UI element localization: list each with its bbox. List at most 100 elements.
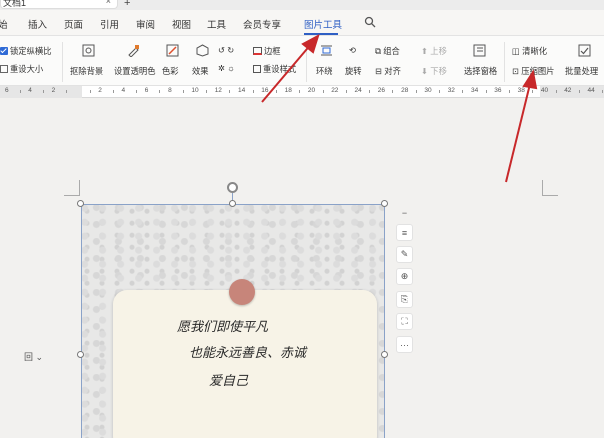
resize-handle-tl[interactable]	[77, 200, 84, 207]
align-label: 对齐	[384, 66, 401, 76]
effects-icon	[196, 44, 209, 57]
color-icon	[166, 44, 179, 57]
border-button[interactable]: 边框	[253, 45, 281, 57]
send-backward-label: 下移	[430, 66, 447, 76]
sharpen-button[interactable]: ◫ 清晰化	[512, 45, 547, 57]
selection-pane-button[interactable]: 选择窗格	[464, 65, 497, 77]
effects-button[interactable]: 效果	[192, 65, 209, 77]
wrap-button[interactable]: 环绕	[316, 65, 333, 77]
ruler-margin-left	[0, 86, 82, 98]
ruler-label: 40	[540, 87, 549, 94]
title-bar: 文档1 × +	[0, 0, 604, 10]
remove-background-button[interactable]: 抠除背景	[70, 65, 103, 77]
menu-view[interactable]: 视图	[172, 17, 191, 31]
ruler-label: 10	[191, 87, 199, 94]
send-backward-button[interactable]: ⬇ 下移	[421, 65, 447, 77]
page-corner-mark	[542, 180, 558, 196]
ruler-tick	[508, 90, 510, 93]
resize-handle-top[interactable]	[229, 200, 236, 207]
reset-size-label: 重设大小	[10, 64, 44, 74]
menu-reference[interactable]: 引用	[100, 17, 119, 31]
layout-options-icon[interactable]: ≡	[396, 224, 413, 241]
text-wrap-indicator[interactable]: 回 ⌄	[24, 350, 43, 363]
ruler-label: 2	[98, 87, 102, 94]
reset-style-icon	[253, 65, 261, 73]
ruler-tick	[252, 90, 254, 93]
new-tab-button[interactable]: +	[124, 0, 130, 9]
page-corner-mark	[64, 180, 80, 196]
bring-forward-button[interactable]: ⬆ 上移	[421, 45, 447, 57]
group-button[interactable]: ⧉ 组合	[375, 45, 400, 57]
ruler-label: 32	[447, 87, 455, 94]
menu-review[interactable]: 审阅	[136, 17, 155, 31]
fullscreen-icon[interactable]: ⛶	[396, 313, 413, 330]
ribbon-toolbar: 锁定纵横比 重设大小 抠除背景 设置透明色 色彩 效果 ↺ ↻ ✲ ☼ 边框 重…	[0, 36, 604, 86]
ruler-tick	[112, 90, 114, 93]
ruler-label: 6	[144, 87, 149, 94]
remove-background-icon	[82, 44, 95, 57]
zoom-in-icon[interactable]: ⊕	[396, 268, 413, 285]
color-button[interactable]: 色彩	[162, 65, 179, 77]
ruler-tick	[206, 90, 208, 93]
separator	[62, 42, 63, 82]
crop-edit-icon[interactable]: ✎	[396, 246, 413, 263]
batch-process-button[interactable]: 批量处理	[565, 65, 598, 77]
ruler-label: 38	[517, 87, 525, 94]
menu-picture-tools[interactable]: 图片工具	[304, 17, 342, 31]
menu-member[interactable]: 会员专享	[243, 17, 281, 31]
ruler-tick	[602, 90, 604, 93]
ruler-tick	[578, 90, 580, 93]
active-tab-indicator	[304, 33, 338, 35]
ruler-label: 30	[424, 87, 432, 94]
more-options-icon[interactable]: ···	[396, 336, 413, 353]
reset-size-button[interactable]: 重设大小	[0, 63, 43, 75]
ruler-tick	[415, 90, 417, 93]
selection-pane-icon	[473, 44, 486, 57]
bring-forward-label: 上移	[430, 46, 447, 56]
note-line-1: 愿我们即使平凡	[177, 320, 269, 335]
ruler-label: 12	[214, 87, 222, 94]
note-line-3: 爱自己	[209, 374, 249, 389]
document-tab[interactable]: 文档1 ×	[0, 0, 118, 9]
ruler-label: 14	[238, 87, 246, 94]
ruler-label: 4	[28, 87, 32, 94]
ruler-label: 16	[261, 87, 269, 94]
align-button[interactable]: ⊟ 对齐	[375, 65, 401, 77]
ruler-tick	[345, 90, 347, 93]
menu-page[interactable]: 页面	[64, 17, 83, 31]
ruler-label: 42	[564, 87, 572, 94]
ruler-tick	[182, 90, 184, 93]
reset-style-button[interactable]: 重设样式	[253, 63, 296, 75]
close-tab-icon[interactable]: ×	[106, 0, 111, 6]
ruler-label: 20	[307, 87, 316, 94]
lock-ratio-checkbox[interactable]: 锁定纵横比	[0, 45, 52, 57]
reset-size-icon	[0, 65, 8, 73]
ruler-tick	[89, 90, 91, 93]
border-label: 边框	[264, 46, 281, 56]
rotate-button[interactable]: 旋转	[345, 65, 362, 77]
menu-tools[interactable]: 工具	[207, 17, 226, 31]
checkbox-checked-icon	[0, 47, 8, 55]
resize-handle-tr[interactable]	[381, 200, 388, 207]
collapse-toolbar-icon[interactable]: −	[396, 204, 413, 221]
copy-icon[interactable]: ⎘	[396, 291, 413, 308]
compress-picture-button[interactable]: ⊡ 压缩图片	[512, 65, 554, 77]
menu-insert[interactable]: 插入	[28, 17, 47, 31]
reset-style-label: 重设样式	[263, 64, 297, 74]
set-transparent-button[interactable]: 设置透明色	[114, 65, 156, 77]
resize-handle-right[interactable]	[381, 351, 388, 358]
wrap-icon	[321, 45, 332, 56]
rotate-handle-icon[interactable]	[227, 182, 238, 193]
ruler-tick	[229, 90, 231, 93]
batch-process-icon	[578, 44, 591, 57]
ruler-label: 44	[587, 87, 595, 94]
selected-picture[interactable]: 愿我们即使平凡 也能永远善良、赤诚 爱自己	[81, 204, 385, 438]
search-icon[interactable]	[364, 16, 376, 28]
sharpen-label: 清晰化	[522, 46, 548, 56]
menu-home[interactable]: 始	[0, 17, 8, 31]
ruler-label: 34	[471, 87, 479, 94]
rotate-left-icon[interactable]: ↺ ↻	[218, 45, 234, 55]
menu-bar: 始 插入 页面 引用 审阅 视图 工具 会员专享 图片工具	[0, 10, 604, 36]
resize-handle-left[interactable]	[77, 351, 84, 358]
adjust-icons[interactable]: ✲ ☼	[218, 63, 235, 73]
